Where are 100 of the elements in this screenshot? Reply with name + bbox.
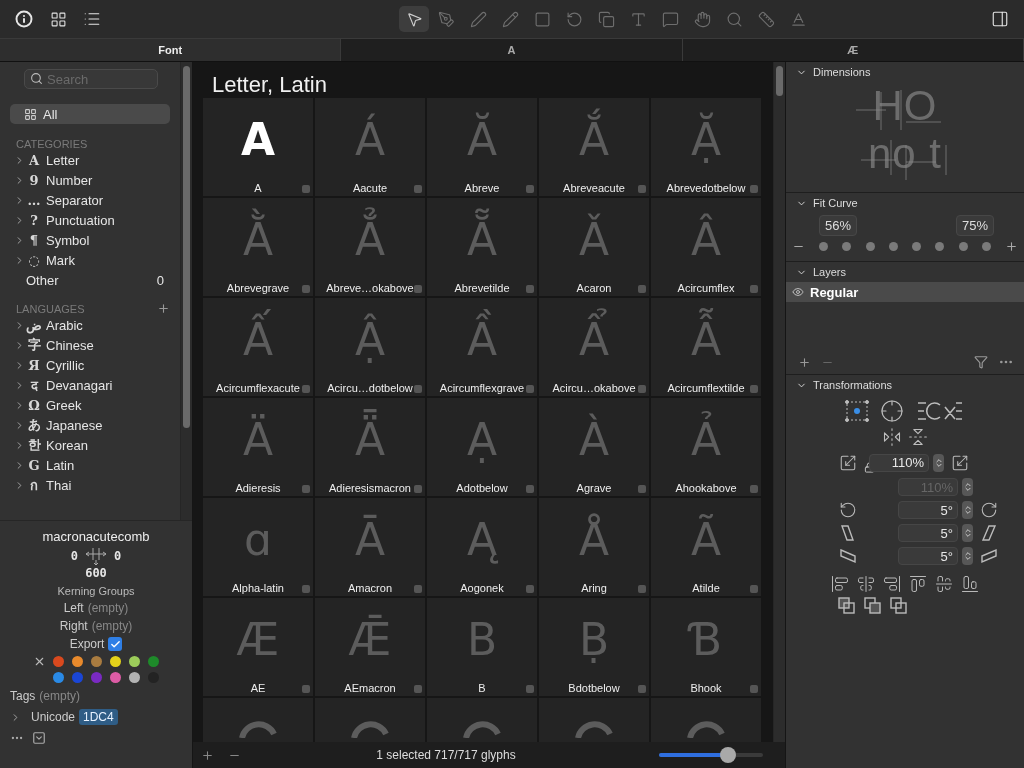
fit-curve-dot[interactable] bbox=[912, 242, 922, 251]
glyph-cell[interactable]: Ấ Acircumflexacute bbox=[203, 298, 313, 396]
sidebar-item[interactable]: … Separator bbox=[10, 190, 170, 210]
tab[interactable]: A bbox=[341, 39, 683, 61]
fit-curve-dot[interactable] bbox=[935, 242, 945, 251]
add-icon[interactable] bbox=[201, 748, 214, 762]
glyph-cell[interactable]: Ǎ Acaron bbox=[539, 198, 649, 296]
color-swatch[interactable] bbox=[128, 656, 140, 667]
glyph-cell[interactable]: Ǣ AEmacron bbox=[315, 598, 425, 696]
filter-icon[interactable] bbox=[974, 355, 988, 369]
color-swatch[interactable] bbox=[147, 656, 159, 667]
sidebar-item[interactable]: ก Thai bbox=[10, 475, 170, 495]
scrollbar[interactable] bbox=[183, 66, 190, 428]
glyph-cell[interactable]: Ẩ Acircu…okabove bbox=[539, 298, 649, 396]
color-swatch[interactable] bbox=[52, 672, 64, 683]
skew-left-icon[interactable] bbox=[839, 524, 857, 542]
glyph-cell[interactable]: Å Aring bbox=[539, 498, 649, 596]
align-bottom-icon[interactable] bbox=[961, 575, 979, 593]
glyph-cell[interactable]: Ą Aogonek bbox=[427, 498, 537, 596]
scrollbar[interactable] bbox=[776, 66, 783, 96]
tool-button[interactable] bbox=[399, 6, 429, 32]
stepper[interactable] bbox=[962, 547, 973, 565]
color-swatch[interactable] bbox=[71, 672, 83, 683]
glyph-cell[interactable]: Ɓ Bhook bbox=[651, 598, 761, 696]
stepper[interactable] bbox=[962, 478, 973, 496]
glyph-cell[interactable]: Ä Adieresis bbox=[203, 398, 313, 496]
glyph-cell[interactable]: Ặ Abrevedotbelow bbox=[651, 98, 761, 196]
stepper[interactable] bbox=[962, 501, 973, 519]
glyph-cell[interactable]: A A bbox=[203, 98, 313, 196]
glyph-cell[interactable]: Ắ Abreveacute bbox=[539, 98, 649, 196]
align-right-icon[interactable] bbox=[883, 575, 901, 593]
sidebar-item[interactable]: 9 Number bbox=[10, 170, 170, 190]
glyph-cell[interactable]: Ǟ Adieresismacron bbox=[315, 398, 425, 496]
glyph-cell[interactable]: À Agrave bbox=[539, 398, 649, 496]
value-field[interactable]: 110% bbox=[869, 453, 929, 472]
stepper[interactable] bbox=[962, 524, 973, 542]
sidebar-item[interactable]: 한 Korean bbox=[10, 435, 170, 455]
overlapping-squares-icon[interactable] bbox=[838, 597, 855, 614]
glyph-cell[interactable]: Á Aacute bbox=[315, 98, 425, 196]
flip-horizontal-icon[interactable] bbox=[882, 427, 902, 447]
stepper[interactable] bbox=[933, 453, 944, 472]
glyph-cell[interactable]: Ă Abreve bbox=[427, 98, 537, 196]
sidebar-item[interactable]: A Letter bbox=[10, 150, 170, 170]
flip-vertical-icon[interactable] bbox=[908, 427, 928, 447]
rotate-right-icon[interactable] bbox=[980, 501, 998, 519]
skew-down-icon[interactable] bbox=[839, 547, 857, 565]
fit-curve-dot[interactable] bbox=[842, 242, 852, 251]
glyph-cell[interactable]: Ầ Acircumflexgrave bbox=[427, 298, 537, 396]
glyph-cell[interactable]: Ẵ Abrevetilde bbox=[427, 198, 537, 296]
fit-curve-dot[interactable] bbox=[888, 242, 898, 251]
color-swatch[interactable] bbox=[109, 656, 121, 667]
glyph-cell[interactable]: Ã Atilde bbox=[651, 498, 761, 596]
glyph-cell[interactable]: Ậ Acircu…dotbelow bbox=[315, 298, 425, 396]
glyph-cell[interactable]: Ả Ahookabove bbox=[651, 398, 761, 496]
sidebar-item[interactable]: ◌ Mark bbox=[10, 250, 170, 270]
skew-right-icon[interactable] bbox=[980, 524, 998, 542]
layer-row[interactable]: Regular bbox=[786, 282, 1024, 302]
glyph-cell[interactable]: Ằ Abrevegrave bbox=[203, 198, 313, 296]
sidebar-item[interactable]: G Latin bbox=[10, 455, 170, 475]
fit-curve-dot[interactable] bbox=[819, 242, 829, 251]
glyph-cell[interactable]: ɑ Alpha-latin bbox=[203, 498, 313, 596]
add-icon[interactable] bbox=[798, 355, 811, 369]
sidebar-item[interactable]: Я Cyrillic bbox=[10, 355, 170, 375]
fit-curve-dot[interactable] bbox=[958, 242, 968, 251]
rotate-left-icon[interactable] bbox=[839, 501, 857, 519]
glyph-cell[interactable]: B B bbox=[427, 598, 537, 696]
sidebar-item[interactable]: ? Punctuation bbox=[10, 210, 170, 230]
glyph-cell[interactable]: Ạ Adotbelow bbox=[427, 398, 537, 496]
glyph-cell[interactable]: Æ AE bbox=[203, 598, 313, 696]
color-swatch[interactable] bbox=[90, 672, 102, 683]
overlapping-squares-icon[interactable] bbox=[864, 597, 881, 614]
align-middle-icon[interactable] bbox=[935, 575, 953, 593]
color-swatch[interactable] bbox=[52, 656, 64, 667]
overlapping-squares-icon[interactable] bbox=[890, 597, 907, 614]
max-percent-field[interactable]: 75% bbox=[955, 215, 994, 236]
color-swatch[interactable] bbox=[90, 656, 102, 667]
align-left-icon[interactable] bbox=[831, 575, 849, 593]
glyph-cell[interactable]: Ā Amacron bbox=[315, 498, 425, 596]
sidebar-item[interactable]: Other 0 bbox=[10, 270, 170, 290]
sidebar-item[interactable]: द Devanagari bbox=[10, 375, 170, 395]
plus-icon[interactable] bbox=[1004, 240, 1018, 253]
scale-icon[interactable] bbox=[951, 453, 969, 472]
scale-icon[interactable] bbox=[839, 453, 857, 472]
color-swatch[interactable] bbox=[128, 672, 140, 683]
tab[interactable]: Font bbox=[0, 39, 342, 61]
bounding-box-icon[interactable] bbox=[844, 399, 870, 423]
slider-thumb[interactable] bbox=[719, 747, 736, 763]
skew-up-icon[interactable] bbox=[980, 547, 998, 565]
value-field[interactable]: 5° bbox=[898, 501, 958, 519]
glyph-cell[interactable]: Â Acircumflex bbox=[651, 198, 761, 296]
add-icon[interactable] bbox=[157, 302, 170, 315]
align-top-icon[interactable] bbox=[909, 575, 927, 593]
min-percent-field[interactable]: 56% bbox=[819, 215, 858, 236]
sidebar-item[interactable]: ¶ Symbol bbox=[10, 230, 170, 250]
export-checkbox[interactable] bbox=[108, 637, 123, 651]
unicode-value[interactable]: 1DC4 bbox=[79, 709, 118, 725]
glyph-cell[interactable]: Ḅ Bdotbelow bbox=[539, 598, 649, 696]
eye-icon[interactable] bbox=[792, 286, 804, 298]
color-swatch[interactable] bbox=[71, 656, 83, 667]
sidebar-item[interactable]: Ω Greek bbox=[10, 395, 170, 415]
